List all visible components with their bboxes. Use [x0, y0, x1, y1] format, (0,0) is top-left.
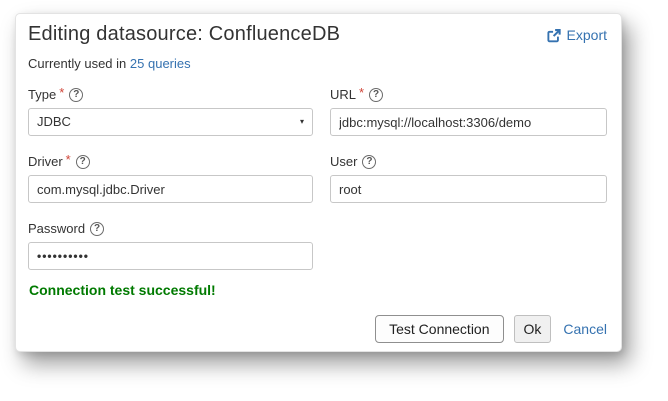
user-label: User ? [330, 154, 607, 169]
password-label: Password ? [28, 221, 313, 236]
type-label-text: Type [28, 87, 56, 102]
test-connection-button[interactable]: Test Connection [375, 315, 503, 343]
user-label-text: User [330, 154, 357, 169]
help-icon[interactable]: ? [76, 155, 90, 169]
form-row-1: Type * ? JDBC ▾ URL * ? [28, 87, 607, 136]
usage-line: Currently used in 25 queries [28, 56, 607, 71]
export-label: Export [567, 27, 607, 43]
required-marker: * [59, 85, 64, 100]
help-icon[interactable]: ? [90, 222, 104, 236]
url-label-text: URL [330, 87, 356, 102]
edit-datasource-dialog: Editing datasource: ConfluenceDB Export … [15, 13, 622, 352]
type-label: Type * ? [28, 87, 313, 102]
password-field[interactable] [28, 242, 313, 270]
dialog-header: Editing datasource: ConfluenceDB Export [28, 23, 607, 46]
url-field[interactable] [330, 108, 607, 136]
chevron-down-icon: ▾ [300, 109, 304, 135]
help-icon[interactable]: ? [69, 88, 83, 102]
export-icon [546, 28, 562, 43]
form-row-3: Password ? [28, 221, 607, 270]
dialog-footer: Test Connection Ok Cancel [28, 315, 607, 343]
help-icon[interactable]: ? [369, 88, 383, 102]
cancel-link[interactable]: Cancel [563, 321, 607, 337]
queries-link[interactable]: 25 queries [130, 56, 191, 71]
page-title: Editing datasource: ConfluenceDB [28, 23, 340, 46]
help-icon[interactable]: ? [362, 155, 376, 169]
password-label-text: Password [28, 221, 85, 236]
url-label: URL * ? [330, 87, 607, 102]
usage-prefix: Currently used in [28, 56, 126, 71]
required-marker: * [359, 85, 364, 100]
required-marker: * [66, 152, 71, 167]
user-field[interactable] [330, 175, 607, 203]
status-message: Connection test successful! [29, 282, 607, 298]
ok-button[interactable]: Ok [514, 315, 552, 343]
type-select[interactable]: JDBC ▾ [28, 108, 313, 136]
driver-label: Driver * ? [28, 154, 313, 169]
export-button[interactable]: Export [546, 27, 607, 43]
type-select-value: JDBC [37, 114, 71, 129]
driver-label-text: Driver [28, 154, 63, 169]
form-row-2: Driver * ? User ? [28, 154, 607, 203]
driver-field[interactable] [28, 175, 313, 203]
